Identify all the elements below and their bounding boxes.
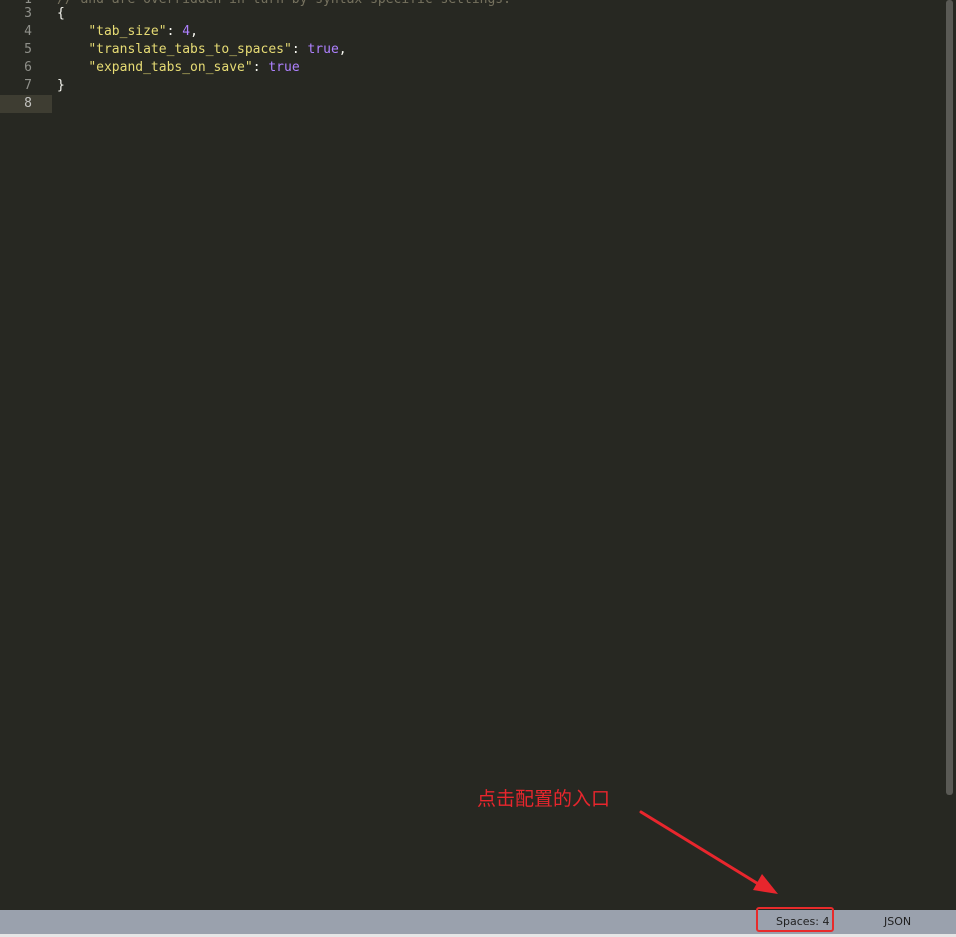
indentation-setting-button[interactable]: Spaces: 4 xyxy=(776,910,829,934)
line-number: 4 xyxy=(24,24,32,39)
code-line[interactable]: 3 { xyxy=(0,5,944,23)
json-separator: : xyxy=(291,42,308,57)
line-number: 8 xyxy=(0,95,52,113)
code-text: { xyxy=(57,6,65,21)
line-number: 6 xyxy=(24,60,32,75)
code-text: "translate_tabs_to_spaces": true, xyxy=(57,41,347,59)
json-value: true xyxy=(307,42,339,57)
json-key: "translate_tabs_to_spaces" xyxy=(88,42,292,57)
code-editor[interactable]: 1 // and are overridden in turn by synta… xyxy=(0,0,956,910)
annotation-label: 点击配置的入口 xyxy=(477,788,611,810)
code-text: "expand_tabs_on_save": true xyxy=(57,59,300,77)
json-value: true xyxy=(268,60,300,75)
json-comma: , xyxy=(190,24,198,39)
line-number: 7 xyxy=(24,78,32,93)
syntax-selector-button[interactable]: JSON xyxy=(884,910,911,934)
json-separator: : xyxy=(166,24,183,39)
code-line[interactable]: 7 } xyxy=(0,77,944,95)
status-bar: Spaces: 4 JSON xyxy=(0,910,956,934)
json-key: "expand_tabs_on_save" xyxy=(88,60,253,75)
json-value: 4 xyxy=(182,24,191,39)
code-line[interactable]: 5 "translate_tabs_to_spaces": true, xyxy=(0,41,944,59)
code-text: "tab_size": 4, xyxy=(57,23,198,41)
line-number: 5 xyxy=(24,42,32,57)
code-line[interactable]: 6 "expand_tabs_on_save": true xyxy=(0,59,944,77)
json-separator: : xyxy=(252,60,269,75)
line-number: 3 xyxy=(24,6,32,21)
code-line[interactable]: 4 "tab_size": 4, xyxy=(0,23,944,41)
code-text: } xyxy=(57,78,65,93)
scrollbar-thumb[interactable] xyxy=(946,0,953,795)
json-comma: , xyxy=(338,42,347,57)
code-line-current[interactable]: 8 xyxy=(0,95,944,113)
json-key: "tab_size" xyxy=(88,24,167,39)
